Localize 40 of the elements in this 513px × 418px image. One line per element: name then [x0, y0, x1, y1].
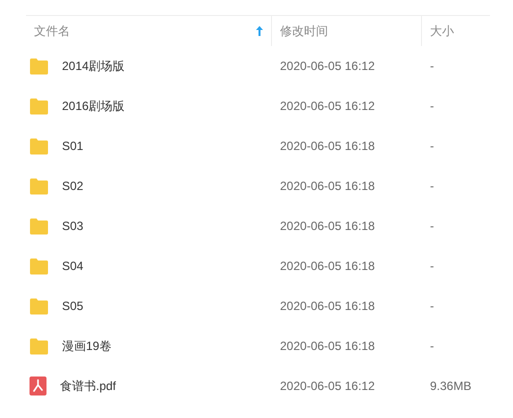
folder-icon — [29, 298, 49, 314]
modified-time: 2020-06-05 16:18 — [280, 299, 375, 313]
folder-icon — [29, 58, 49, 74]
modified-time: 2020-06-05 16:12 — [280, 99, 375, 113]
file-name[interactable]: 漫画19卷 — [62, 337, 112, 355]
column-header[interactable]: 文件名 — [34, 22, 70, 40]
folder-icon — [29, 178, 49, 194]
column-header[interactable]: 大小 — [430, 22, 454, 40]
file-name[interactable]: S01 — [62, 137, 84, 155]
file-size: - — [430, 139, 434, 153]
file-name[interactable]: 2016剧场版 — [62, 97, 125, 115]
file-name[interactable]: S03 — [62, 217, 84, 235]
folder-icon — [29, 258, 49, 274]
modified-time: 2020-06-05 16:18 — [280, 339, 375, 353]
file-size: - — [430, 219, 434, 233]
file-size: 9.36MB — [430, 379, 472, 393]
modified-time: 2020-06-05 16:12 — [280, 59, 375, 73]
file-name[interactable]: 2014剧场版 — [62, 57, 125, 75]
folder-icon — [29, 218, 49, 234]
modified-time: 2020-06-05 16:12 — [280, 379, 375, 393]
modified-time: 2020-06-05 16:18 — [280, 179, 375, 193]
file-name[interactable]: S05 — [62, 297, 84, 315]
column-header[interactable]: 修改时间 — [280, 22, 328, 40]
folder-icon — [29, 98, 49, 114]
file-size: - — [430, 59, 434, 73]
file-name[interactable]: S02 — [62, 177, 84, 195]
pdf-icon — [29, 376, 47, 396]
file-size: - — [430, 339, 434, 353]
folder-icon — [29, 138, 49, 154]
modified-time: 2020-06-05 16:18 — [280, 259, 375, 273]
sort-arrow-icon — [256, 26, 263, 36]
folder-icon — [29, 338, 49, 354]
modified-time: 2020-06-05 16:18 — [280, 139, 375, 153]
file-size: - — [430, 259, 434, 273]
modified-time: 2020-06-05 16:18 — [280, 219, 375, 233]
file-size: - — [430, 299, 434, 313]
file-name[interactable]: 食谱书.pdf — [60, 377, 116, 395]
file-size: - — [430, 99, 434, 113]
file-name[interactable]: S04 — [62, 257, 84, 275]
file-size: - — [430, 179, 434, 193]
